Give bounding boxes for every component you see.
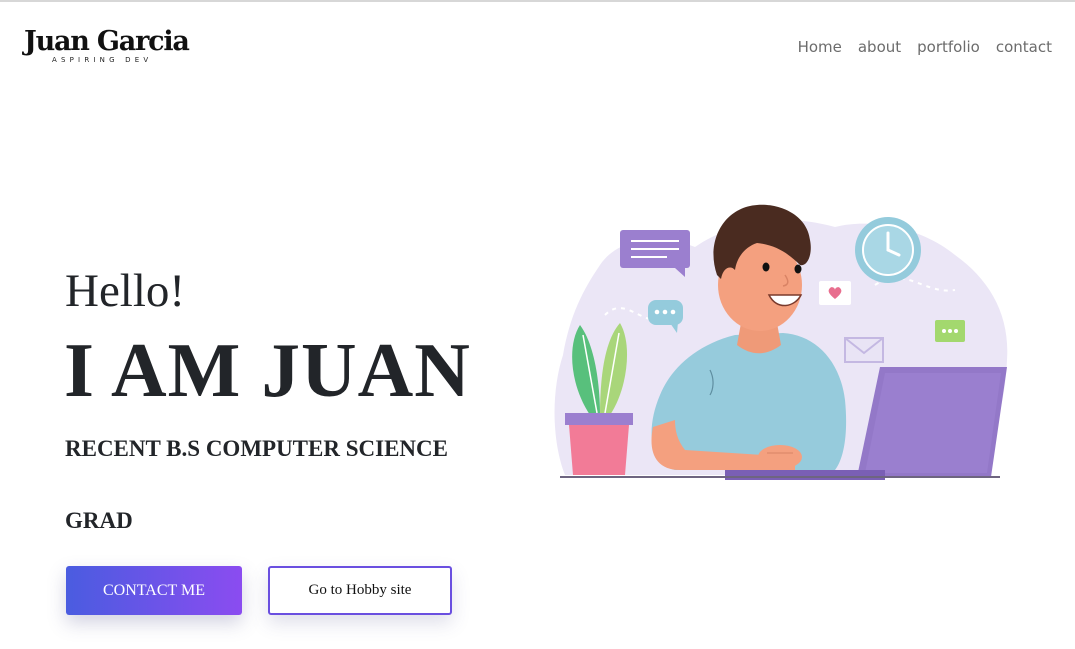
mail-icon (844, 337, 884, 363)
nav-item-about[interactable]: about (858, 38, 901, 56)
logo-name: Juan Garcia (24, 26, 190, 57)
hero-subtitle-line1: RECENT B.S COMPUTER SCIENCE (65, 436, 448, 461)
clock-icon (855, 217, 921, 283)
logo[interactable]: Juan Garcia ASPIRING DEV (24, 26, 204, 70)
nav-item-portfolio[interactable]: portfolio (917, 38, 980, 56)
top-border (0, 0, 1075, 2)
contact-me-button[interactable]: CONTACT ME (66, 566, 242, 615)
hero-headline: I AM JUAN (64, 327, 471, 413)
logo-tagline: ASPIRING DEV (52, 56, 153, 64)
heart-message-icon (819, 281, 851, 305)
developer-illustration (554, 204, 1008, 480)
message-bubble-icon (935, 320, 965, 342)
nav-item-contact[interactable]: contact (996, 38, 1052, 56)
hero-subtitle-line2: GRAD (65, 508, 133, 533)
main-nav: Home about portfolio contact (798, 38, 1052, 56)
nav-item-home[interactable]: Home (798, 38, 842, 56)
hero-greeting: Hello! (65, 265, 186, 317)
hobby-site-button[interactable]: Go to Hobby site (268, 566, 452, 615)
